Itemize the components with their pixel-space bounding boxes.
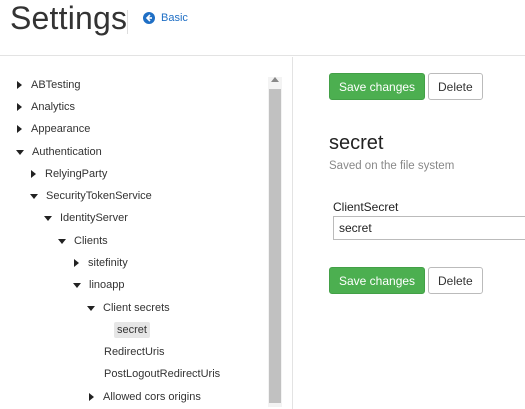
caret-right-icon[interactable] xyxy=(89,393,94,401)
tree-item-postlogoutredirecturis[interactable]: PostLogoutRedirectUris xyxy=(104,364,220,384)
arrow-left-circle-icon xyxy=(143,12,155,24)
tree-item-label: RelyingParty xyxy=(45,168,108,180)
tree-item-analytics[interactable]: Analytics xyxy=(17,97,75,117)
tree-item-label: Clients xyxy=(74,235,108,247)
delete-button-top[interactable]: Delete xyxy=(428,73,483,100)
header: Settings Basic xyxy=(0,0,525,56)
tree-item-label: sitefinity xyxy=(88,257,128,269)
tree-item-label: IdentityServer xyxy=(60,212,128,224)
tree-item-label: PostLogoutRedirectUris xyxy=(104,368,221,380)
save-changes-button-bottom[interactable]: Save changes xyxy=(329,267,426,294)
caret-down-icon[interactable] xyxy=(16,149,24,155)
tree-item-label: Allowed cors origins xyxy=(103,391,201,403)
basic-link-label: Basic xyxy=(161,12,188,24)
caret-down-icon[interactable] xyxy=(73,282,81,288)
tree-item-securitytokenservice[interactable]: SecurityTokenService xyxy=(30,186,152,206)
section-subtitle: Saved on the file system xyxy=(329,160,455,172)
tree-item-label: secret xyxy=(114,322,150,338)
delete-button-bottom[interactable]: Delete xyxy=(428,267,483,294)
tree-item-label: Client secrets xyxy=(103,302,170,314)
caret-right-icon[interactable] xyxy=(17,81,22,89)
section-title: secret xyxy=(329,132,384,154)
tree-item-client-secrets[interactable]: Client secrets xyxy=(87,298,170,318)
tree-item-authentication[interactable]: Authentication xyxy=(16,142,102,162)
tree-item-allowed-cors-origins[interactable]: Allowed cors origins xyxy=(89,387,201,407)
tree-item-redirecturis[interactable]: RedirectUris xyxy=(104,342,165,362)
tree-item-label: RedirectUris xyxy=(104,346,165,358)
tree-item-appearance[interactable]: Appearance xyxy=(17,119,90,139)
tree-item-identityserver[interactable]: IdentityServer xyxy=(44,208,128,228)
tree-item-relyingparty[interactable]: RelyingParty xyxy=(31,164,107,184)
scroll-up-arrow-icon[interactable] xyxy=(271,77,279,82)
caret-right-icon[interactable] xyxy=(74,259,79,267)
tree-item-abtesting[interactable]: ABTesting xyxy=(17,75,81,95)
caret-down-icon[interactable] xyxy=(87,305,95,311)
caret-right-icon[interactable] xyxy=(17,103,22,111)
tree-item-secret[interactable]: secret xyxy=(114,320,150,340)
clientsecret-label: ClientSecret xyxy=(333,200,399,214)
setting-detail-panel: Save changes Delete secret Saved on the … xyxy=(294,57,525,409)
caret-right-icon[interactable] xyxy=(31,170,36,178)
basic-back-link[interactable]: Basic xyxy=(143,12,188,24)
caret-down-icon[interactable] xyxy=(58,238,66,244)
title-divider xyxy=(127,10,128,34)
tree-item-label: SecurityTokenService xyxy=(46,190,152,202)
tree-item-label: Authentication xyxy=(32,146,102,158)
tree-item-linoapp[interactable]: linoapp xyxy=(73,275,124,295)
tree-scrollbar-thumb[interactable] xyxy=(269,89,281,403)
caret-down-icon[interactable] xyxy=(30,193,38,199)
clientsecret-input[interactable] xyxy=(333,216,525,240)
page-title: Settings xyxy=(10,0,128,36)
tree-item-label: Appearance xyxy=(31,123,91,135)
tree-item-label: linoapp xyxy=(89,279,125,291)
tree-item-label: ABTesting xyxy=(31,79,81,91)
tree-item-sitefinity[interactable]: sitefinity xyxy=(74,253,128,273)
tree-item-clients[interactable]: Clients xyxy=(58,231,108,251)
caret-down-icon[interactable] xyxy=(44,215,52,221)
caret-right-icon[interactable] xyxy=(17,125,22,133)
save-changes-button-top[interactable]: Save changes xyxy=(329,73,426,100)
settings-tree-panel: ABTesting Analytics Appearance Authentic… xyxy=(0,57,293,409)
tree-item-label: Analytics xyxy=(31,101,76,113)
